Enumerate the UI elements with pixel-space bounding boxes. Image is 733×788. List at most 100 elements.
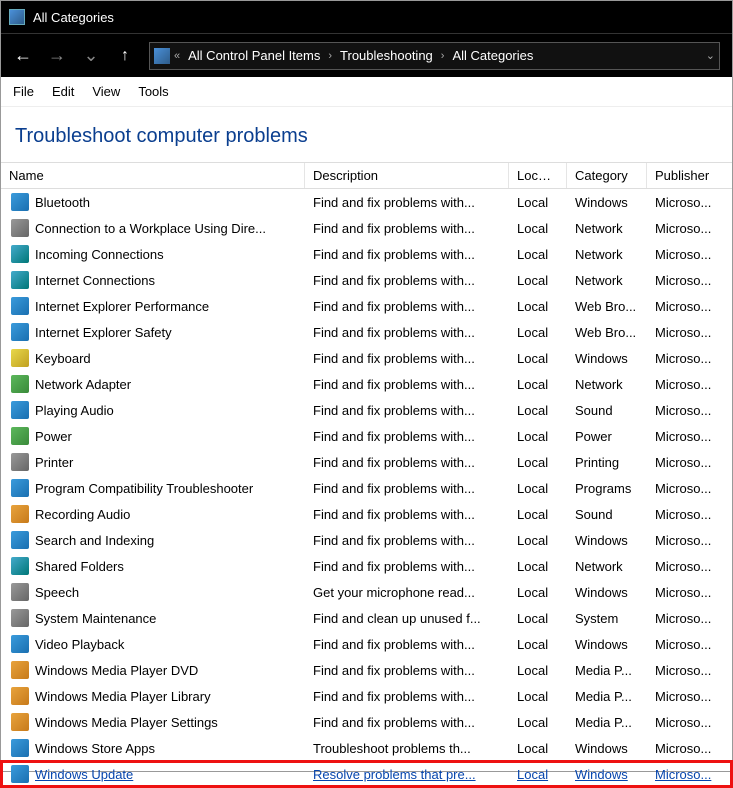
up-button[interactable]: ↑ [115,47,135,65]
item-location: Local [517,247,548,262]
col-header-name[interactable]: Name [1,163,305,188]
list-item[interactable]: Internet Explorer SafetyFind and fix pro… [1,319,732,345]
item-icon [11,557,29,575]
breadcrumb-dropdown-icon[interactable]: ⌄ [706,49,715,62]
list-item[interactable]: Windows UpdateResolve problems that pre.… [1,761,732,787]
list-item[interactable]: Incoming ConnectionsFind and fix problem… [1,241,732,267]
item-publisher: Microso... [655,195,711,210]
breadcrumb-item-0[interactable]: All Control Panel Items [184,48,324,63]
col-header-location[interactable]: Locat... [509,163,567,188]
app-icon [9,9,25,25]
column-headers: Name Description Locat... Category Publi… [1,162,732,189]
list-item[interactable]: Windows Media Player Library Find and fix… [1,683,732,709]
list-item[interactable]: SpeechGet your microphone read...LocalWi… [1,579,732,605]
item-publisher: Microso... [655,741,711,756]
item-category: Printing [575,455,619,470]
list-item[interactable]: Shared FoldersFind and fix problems with… [1,553,732,579]
item-category: Windows [575,741,628,756]
item-location: Local [517,429,548,444]
item-category: Windows [575,533,628,548]
item-category: Sound [575,507,613,522]
item-description: Find and fix problems with... [313,533,475,548]
item-description: Find and fix problems with... [313,715,475,730]
list-item[interactable]: Connection to a Workplace Using Dire...F… [1,215,732,241]
item-publisher: Microso... [655,221,711,236]
menu-edit[interactable]: Edit [52,84,74,99]
forward-button[interactable]: → [47,45,67,66]
item-icon [11,765,29,783]
list-item[interactable]: Windows Media Player DVDFind and fix pro… [1,657,732,683]
item-category: Windows [575,195,628,210]
list-item[interactable]: Program Compatibility TroubleshooterFind… [1,475,732,501]
breadcrumb-sep-icon: › [441,50,445,62]
navbar: ← → ⌄ ↑ « All Control Panel Items › Trou… [1,33,732,77]
item-name: Network Adapter [35,377,131,392]
item-location: Local [517,741,548,756]
item-location: Local [517,351,548,366]
item-icon [11,427,29,445]
list-item[interactable]: Playing AudioFind and fix problems with.… [1,397,732,423]
item-location: Local [517,325,548,340]
item-publisher: Microso... [655,273,711,288]
item-location: Local [517,455,548,470]
menu-tools[interactable]: Tools [138,84,168,99]
item-description: Find and fix problems with... [313,325,475,340]
item-location: Local [517,767,548,782]
list-item[interactable]: PowerFind and fix problems with...LocalP… [1,423,732,449]
item-location: Local [517,403,548,418]
back-button[interactable]: ← [13,45,33,66]
item-location: Local [517,273,548,288]
item-publisher: Microso... [655,429,711,444]
item-category: Web Bro... [575,325,636,340]
breadcrumb-prefix: « [174,50,180,62]
list-rows: BluetoothFind and fix problems with...Lo… [1,189,732,787]
col-header-publisher[interactable]: Publisher [647,163,721,188]
item-category: Power [575,429,612,444]
item-location: Local [517,299,548,314]
item-name: Windows Update [35,767,133,782]
list-item[interactable]: Internet Explorer PerformanceFind and fi… [1,293,732,319]
list-item[interactable]: Search and Indexing Find and fix problems… [1,527,732,553]
item-description: Find and fix problems with... [313,689,475,704]
list-item[interactable]: Video PlaybackFind and fix problems with… [1,631,732,657]
item-name: Windows Media Player Library [35,689,211,704]
item-category: Windows [575,637,628,652]
item-description: Find and fix problems with... [313,351,475,366]
item-name: Program Compatibility Troubleshooter [35,481,253,496]
menu-file[interactable]: File [13,84,34,99]
list-item[interactable]: BluetoothFind and fix problems with...Lo… [1,189,732,215]
history-dropdown[interactable]: ⌄ [81,45,101,66]
menu-view[interactable]: View [92,84,120,99]
list-item[interactable]: Windows Store AppsTroubleshoot problems … [1,735,732,761]
item-location: Local [517,637,548,652]
item-name: Search and Indexing [35,533,154,548]
item-icon [11,479,29,497]
list-item[interactable]: System MaintenanceFind and clean up unus… [1,605,732,631]
col-header-description[interactable]: Description [305,163,509,188]
item-name: Internet Explorer Performance [35,299,209,314]
item-category: Media P... [575,689,632,704]
breadcrumb-item-1[interactable]: Troubleshooting [336,48,437,63]
item-icon [11,219,29,237]
item-publisher: Microso... [655,715,711,730]
list-item[interactable]: Network AdapterFind and fix problems wit… [1,371,732,397]
item-publisher: Microso... [655,559,711,574]
breadcrumb-item-2[interactable]: All Categories [448,48,537,63]
item-description: Find and fix problems with... [313,455,475,470]
item-location: Local [517,585,548,600]
list-item[interactable]: Keyboard Find and fix problems with... Loc… [1,345,732,371]
list-item[interactable]: Internet ConnectionsFind and fix problem… [1,267,732,293]
item-icon [11,713,29,731]
item-location: Local [517,221,548,236]
item-location: Local [517,689,548,704]
item-icon [11,661,29,679]
breadcrumb[interactable]: « All Control Panel Items › Troubleshoot… [149,42,720,70]
item-publisher: Microso... [655,455,711,470]
list-item[interactable]: Windows Media Player SettingsFind and fi… [1,709,732,735]
list-item[interactable]: PrinterFind and fix problems with...Loca… [1,449,732,475]
item-name: Keyboard [35,351,91,366]
item-location: Local [517,481,548,496]
list-item[interactable]: Recording AudioFind and fix problems wit… [1,501,732,527]
col-header-category[interactable]: Category [567,163,647,188]
item-name: Shared Folders [35,559,124,574]
